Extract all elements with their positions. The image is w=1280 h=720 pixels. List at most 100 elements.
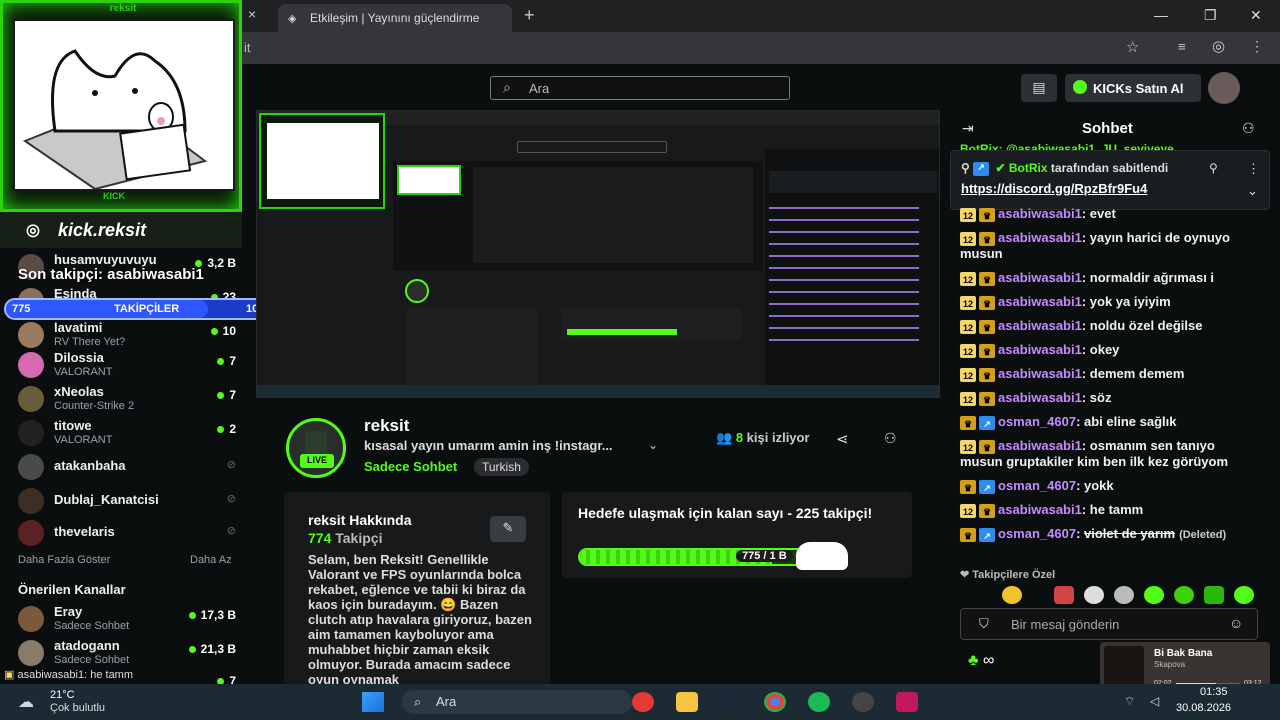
chat-message[interactable]: 12 ♛ asabiwasabi1: yayın harici de oynuyo … [960,230,1260,262]
emote-green2-icon[interactable] [1174,586,1194,604]
browser-menu-icon[interactable]: ⋮ [1250,38,1264,55]
follow-user-icon[interactable]: ⚇ [884,430,897,447]
kicks-balance-icon[interactable]: ♣ ∞ [968,652,994,670]
tab-close-previous[interactable]: × [248,6,256,24]
channel-name-title[interactable]: reksit [364,416,409,436]
close-window-button[interactable]: ✕ [1250,7,1262,24]
chat-message[interactable]: 12 ♛ asabiwasabi1: okey [960,342,1260,358]
sidebar-channel-xneolas[interactable]: xNeolas Counter-Strike 2 7 [18,382,238,416]
address-bar[interactable]: it ☆ ≡ ◎ ⋮ [242,32,1280,64]
new-tab-button[interactable]: + [524,5,535,26]
chat-username[interactable]: asabiwasabi1 [998,206,1082,221]
chat-message[interactable]: 12 ♛ asabiwasabi1: evet [960,206,1260,222]
chat-username[interactable]: asabiwasabi1 [998,502,1082,517]
chat-username[interactable]: osman_4607 [998,414,1076,429]
chat-username[interactable]: osman_4607 [998,478,1076,493]
library-button[interactable]: ▤ [1021,74,1057,102]
recommended-channel-atadogann[interactable]: atadogann Sadece Sohbet 21,3 B [18,636,238,670]
network-icon[interactable]: ⌔ [1124,694,1135,709]
edit-about-button[interactable]: ✎ [490,516,526,542]
chat-username[interactable]: asabiwasabi1 [998,294,1082,309]
buy-kicks-label: KICKs Satın Al [1093,81,1184,96]
chat-users-icon[interactable]: ⚇ [1242,120,1255,137]
chat-username[interactable]: asabiwasabi1 [998,438,1082,453]
chat-text: normaldir ağrıması i [1089,270,1215,285]
pinned-message[interactable]: ⚲ ↗ ✔ BotRix tarafından sabitlendi https… [950,150,1270,210]
bookmark-star-icon[interactable]: ☆ [1126,38,1139,56]
taskbar-media-icon[interactable] [632,692,654,712]
tab-active[interactable]: ◈ Etkileşim | Yayınını güçlendirme [278,4,512,32]
emoji-picker-icon[interactable]: ☺ [1229,615,1243,631]
chat-message[interactable]: 12 ♛ asabiwasabi1: normaldir ağrıması i [960,270,1260,286]
chat-message[interactable]: ♛ ↗ osman_4607: violet de yarım (Deleted) [960,526,1260,543]
minimize-button[interactable]: — [1154,7,1168,23]
channel-game: Counter-Strike 2 [54,400,135,412]
share-icon[interactable]: ⋖ [836,430,849,448]
sidebar-channel-atakanbaha[interactable]: atakanbaha ⊘ [18,450,238,484]
search-input[interactable]: ⌕ Ara [490,76,790,100]
stream-category[interactable]: Sadece Sohbet [364,459,457,474]
emote-green3-icon[interactable] [1204,586,1224,604]
chat-message[interactable]: ♛ ↗ osman_4607: abi eline sağlık [960,414,1260,430]
live-badge: LIVE [300,454,334,468]
sidebar-channel-titowe[interactable]: titowe VALORANT 2 [18,416,238,450]
taskbar-steam-icon[interactable] [720,692,742,712]
maximize-button[interactable]: ❐ [1204,7,1217,24]
show-less-link[interactable]: Daha Az [190,554,232,566]
emote-face-icon[interactable] [1084,586,1104,604]
chat-message[interactable]: ♛ ↗ osman_4607: yokk [960,478,1260,494]
weather-desc: Çok bulutlu [50,702,106,714]
emote-green1-icon[interactable] [1144,586,1164,604]
kick-banner: ◎ kick.reksit [0,212,242,248]
emote-face2-icon[interactable] [1114,586,1134,604]
chat-username[interactable]: asabiwasabi1 [998,270,1082,285]
channel-avatar[interactable] [286,418,346,478]
windows-start-icon[interactable] [362,692,384,712]
chat-username[interactable]: asabiwasabi1 [998,366,1082,381]
chat-username[interactable]: osman_4607 [998,526,1076,541]
profile-icon[interactable]: ◎ [1212,37,1225,55]
taskbar-spotify-icon[interactable] [808,692,830,712]
pinned-link[interactable]: https://discord.gg/RpzBfr9Fu4 [961,181,1147,196]
chat-message[interactable]: 12 ♛ asabiwasabi1: noldu özel değilse [960,318,1260,334]
unpin-icon[interactable]: ⚲ [1209,161,1218,175]
emote-red-icon[interactable] [1054,586,1074,604]
stream-video-player[interactable] [256,110,940,398]
chat-username[interactable]: asabiwasabi1 [998,342,1082,357]
buy-kicks-button[interactable]: KICKs Satın Al [1065,74,1201,102]
pinned-menu-icon[interactable]: ⋮ [1247,161,1260,177]
expand-title-chevron-icon[interactable]: ⌄ [648,438,658,452]
chat-message[interactable]: 12 ♛ asabiwasabi1: söz [960,390,1260,406]
taskbar-obs-icon[interactable] [852,692,874,712]
collapse-chat-icon[interactable]: ⇥ [962,120,974,137]
chat-text: yok ya iyiyim [1089,294,1171,309]
sidebar-channel-lavatimi[interactable]: lavatimi RV There Yet? 10 [18,318,238,352]
media-controls-icon[interactable]: ≡ [1178,39,1186,54]
stream-language-tag[interactable]: Turkish [474,458,529,476]
show-more-link[interactable]: Daha Fazla Göster [18,554,110,566]
taskbar-app-icon[interactable] [896,692,918,712]
emote-sunglasses-icon[interactable] [1002,586,1022,604]
chat-message[interactable]: 12 ♛ asabiwasabi1: demem demem [960,366,1260,382]
crown-badge-icon: ♛ [979,231,995,246]
taskbar-search[interactable]: ⌕ Ara [402,690,632,714]
sidebar-channel-thevelaris[interactable]: thevelaris ⊘ [18,516,238,550]
sidebar-channel-dublaj-kanatcisi[interactable]: Dublaj_Kanatcisi ⊘ [18,484,238,518]
taskbar-file-explorer-icon[interactable] [676,692,698,712]
deleted-label: (Deleted) [1179,529,1227,541]
sidebar-channel-dilossia[interactable]: Dilossia VALORANT 7 [18,348,238,382]
recommended-channel-eray[interactable]: Eray Sadece Sohbet 17,3 B [18,602,238,636]
chat-message-input[interactable]: ⛉ Bir mesaj gönderin ☺ [960,608,1258,640]
volume-icon[interactable]: ◁ [1150,694,1159,708]
taskbar-chrome-icon[interactable] [764,692,786,712]
chat-username[interactable]: asabiwasabi1 [998,230,1082,245]
chat-username[interactable]: asabiwasabi1 [998,318,1082,333]
chat-message[interactable]: 12 ♛ asabiwasabi1: osmanım sen tanıyo musu… [960,438,1260,470]
expand-pinned-chevron-icon[interactable]: ⌄ [1247,183,1258,199]
chat-username[interactable]: asabiwasabi1 [998,390,1082,405]
user-avatar[interactable] [1208,72,1240,104]
emote-green4-icon[interactable] [1234,586,1254,604]
chat-message[interactable]: 12 ♛ asabiwasabi1: yok ya iyiyim [960,294,1260,310]
chat-message[interactable]: 12 ♛ asabiwasabi1: he tamm [960,502,1260,518]
avatar [18,322,44,348]
